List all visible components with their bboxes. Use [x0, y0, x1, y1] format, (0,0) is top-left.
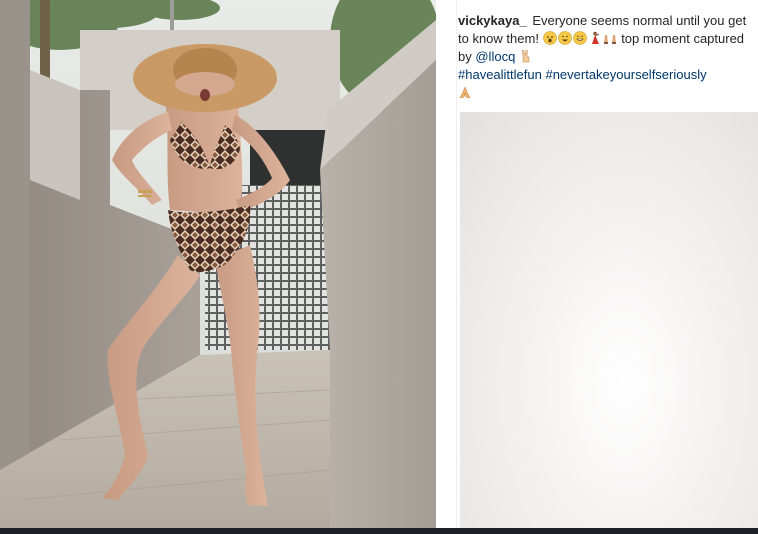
grinning-face-emoji: [572, 31, 587, 45]
hushed-face-emoji: [542, 31, 557, 45]
dancer-emoji: [588, 31, 602, 45]
screen: vickykaya_ Everyone seems normal until y…: [0, 0, 758, 534]
caption-border: [456, 0, 457, 528]
panel-divider: [436, 0, 458, 528]
bottom-strip: [0, 528, 758, 534]
folded-hands-emoji: [458, 85, 472, 99]
username-link[interactable]: vickykaya_: [458, 13, 527, 28]
post-photo-illustration: [0, 0, 436, 528]
hashtag-link-2[interactable]: #nevertakeyourselfseriously: [545, 67, 706, 82]
hashtag-link-1[interactable]: #havealittlefun: [458, 67, 542, 82]
right-image-placeholder: [460, 112, 758, 528]
post-photo[interactable]: [0, 0, 436, 528]
mention-link[interactable]: @llocq: [475, 49, 515, 64]
rolling-laughing-emoji: [557, 31, 572, 45]
raising-hands-emoji: [603, 31, 617, 45]
post-caption: vickykaya_ Everyone seems normal until y…: [458, 12, 754, 102]
victory-hand-emoji: [519, 49, 533, 63]
